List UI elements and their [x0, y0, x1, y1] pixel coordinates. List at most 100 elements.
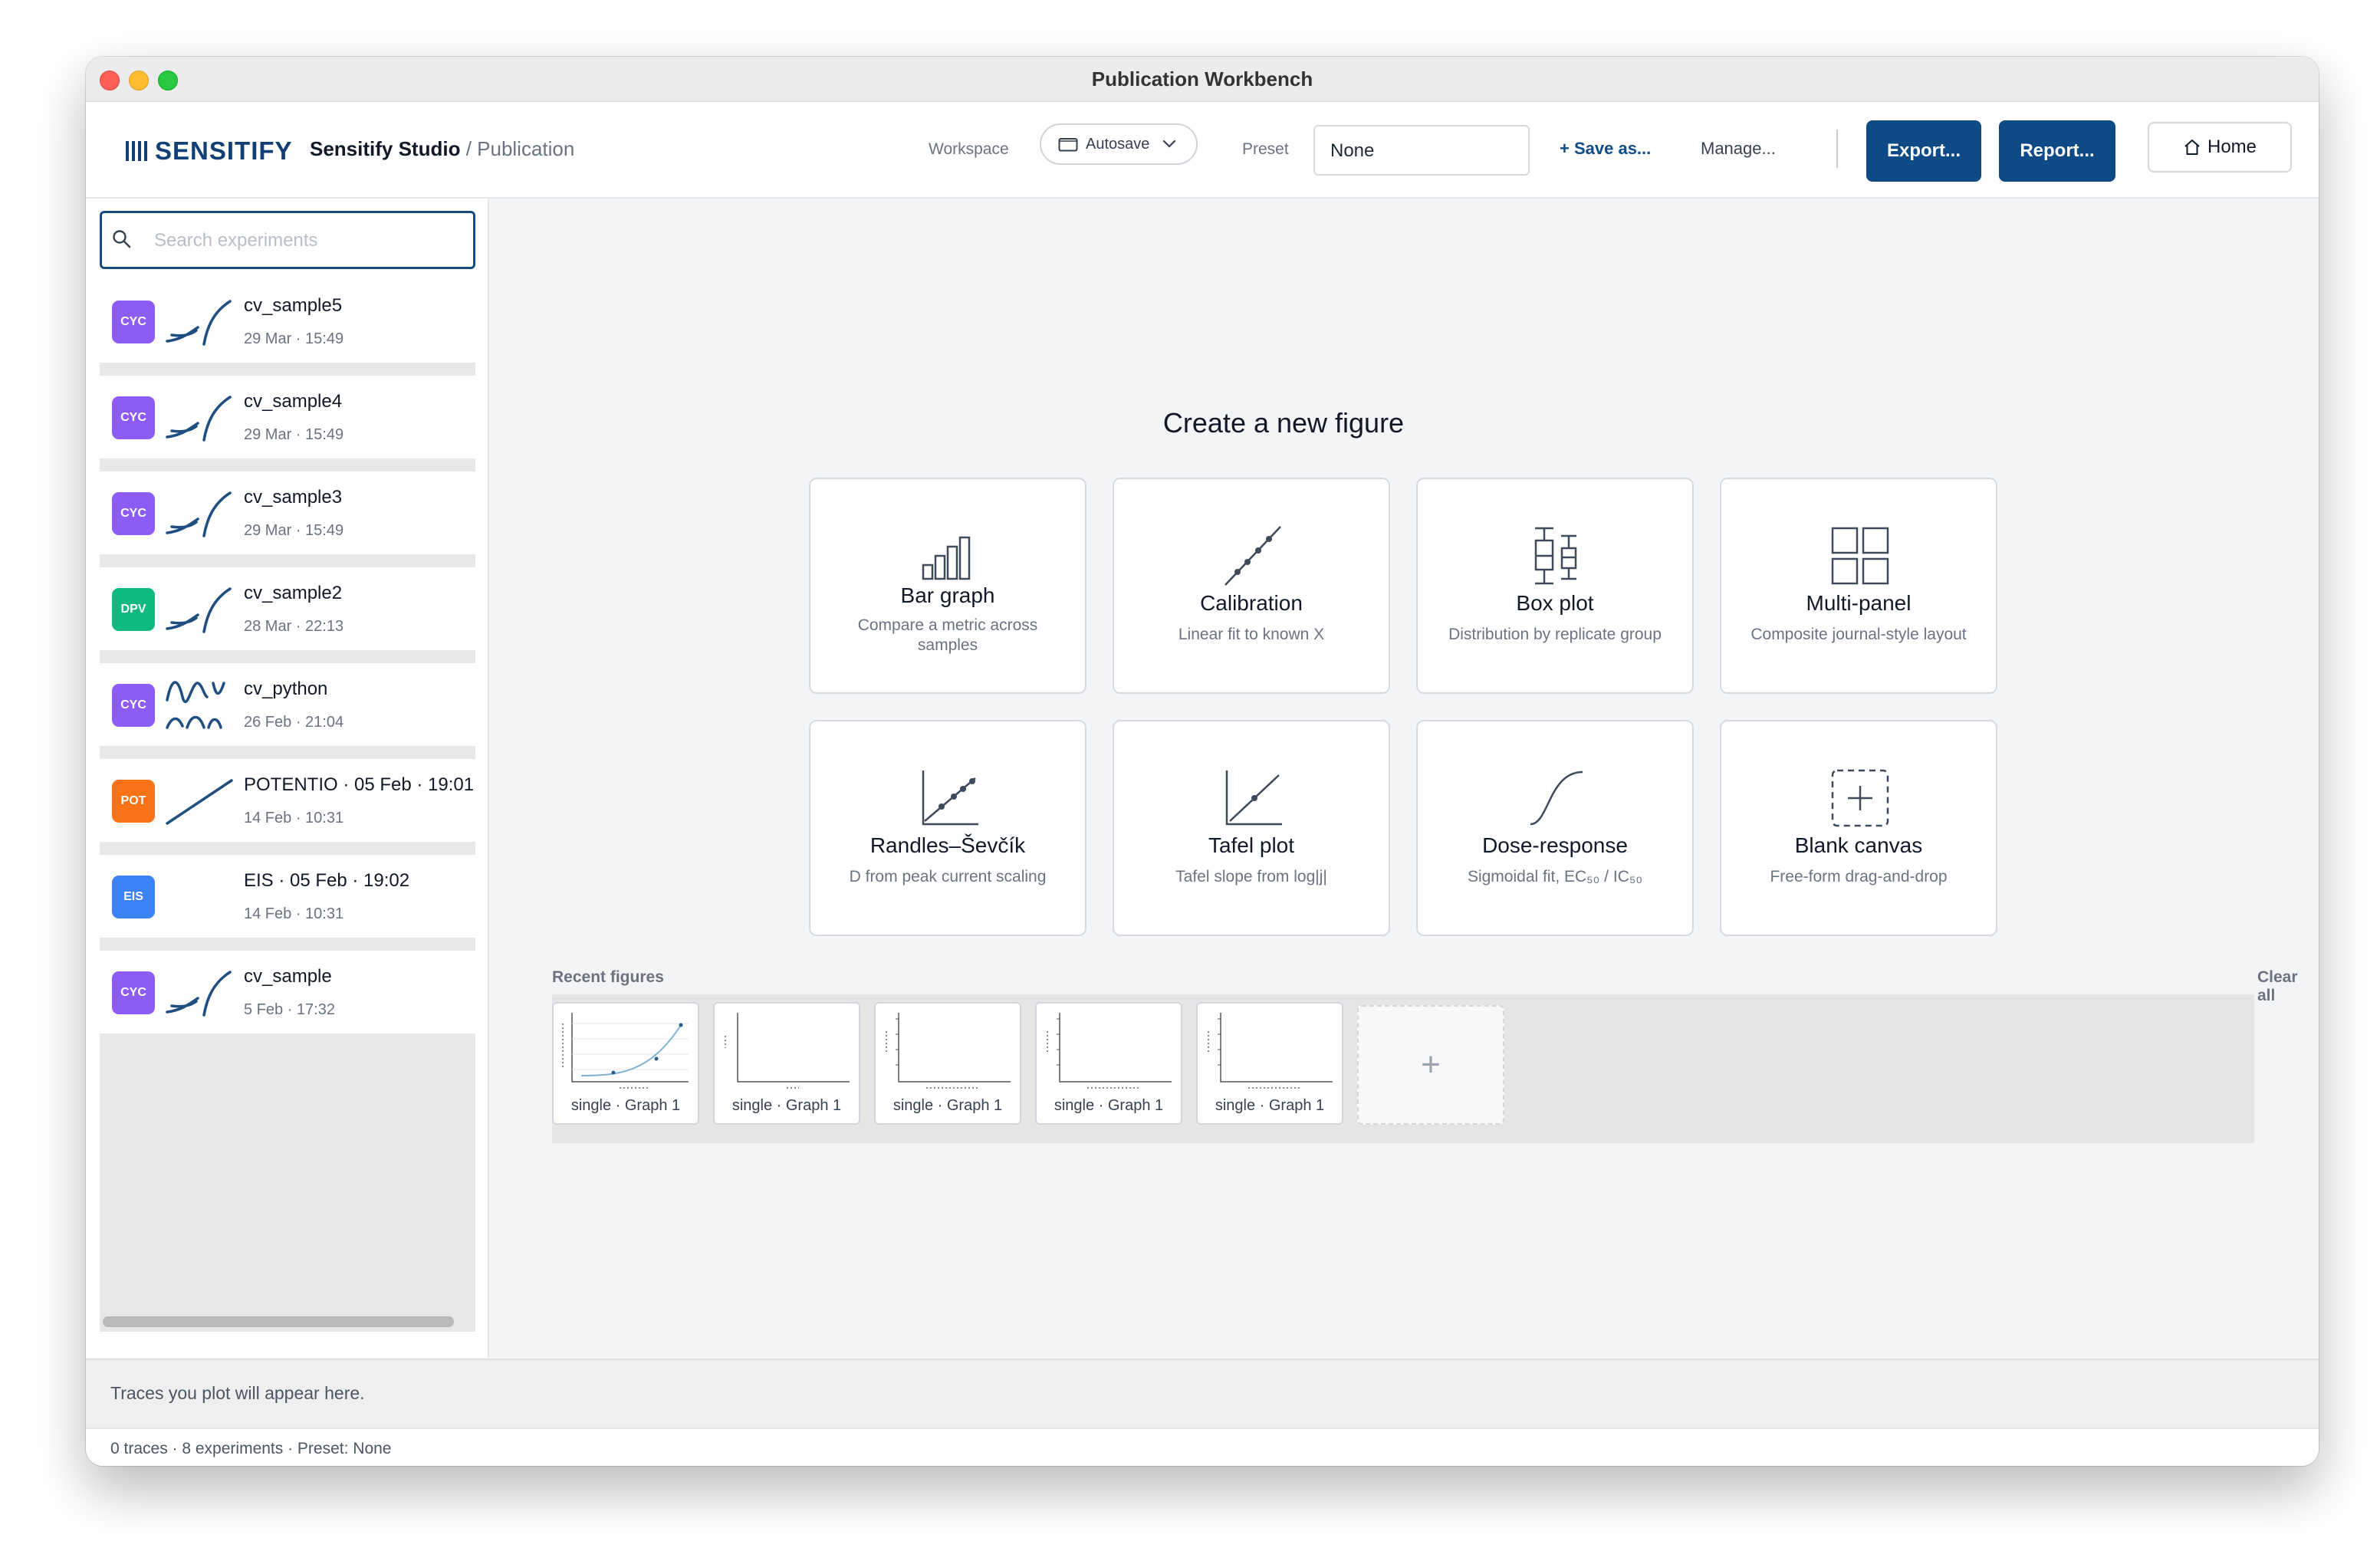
template-card-calibration[interactable]: Calibration Linear fit to known X [1113, 478, 1390, 694]
recent-figures-strip: single · Graph 1 single · Graph 1 single… [552, 994, 2254, 1143]
workspace-value: Autosave [1086, 135, 1150, 153]
template-subtitle: Free-form drag-and-drop [1770, 868, 1948, 886]
linear-trace-icon [166, 779, 233, 825]
recent-figure-thumb[interactable]: single · Graph 1 [874, 1002, 1021, 1125]
header-divider [1836, 130, 1838, 168]
clear-all-button[interactable]: Clear all [2257, 968, 2319, 1005]
experiment-name: cv_sample [244, 966, 332, 987]
recent-figure-thumb[interactable]: single · Graph 1 [1196, 1002, 1343, 1125]
experiment-date: 14 Feb · 10:31 [244, 810, 344, 826]
list-scrollbar[interactable] [103, 1316, 454, 1327]
cv-trace-icon [166, 491, 232, 537]
experiment-type-badge: CYC [112, 492, 155, 535]
save-as-button[interactable]: + Save as... [1560, 139, 1651, 159]
preset-label: Preset [1242, 140, 1289, 158]
template-card-blank-canvas[interactable]: Blank canvas Free-form drag-and-drop [1720, 720, 1997, 936]
experiment-list-item[interactable]: DPV cv_sample2 28 Mar · 22:13 [100, 567, 475, 650]
experiment-date: 5 Feb · 17:32 [244, 1001, 335, 1018]
experiment-list-item[interactable]: POT POTENTIO · 05 Feb · 19:01 14 Feb · 10:… [100, 759, 475, 842]
experiment-type-badge: CYC [112, 971, 155, 1014]
experiment-date: 29 Mar · 15:49 [244, 426, 344, 443]
create-figure-title: Create a new figure [1162, 407, 1405, 439]
experiment-type-badge: POT [112, 780, 155, 823]
experiment-name: cv_sample4 [244, 391, 343, 412]
experiment-name: cv_python [244, 678, 328, 699]
experiment-date: 26 Feb · 21:04 [244, 714, 344, 731]
recent-figure-label: single · Graph 1 [893, 1097, 1003, 1114]
figure-preview [1208, 1013, 1333, 1089]
template-title: Blank canvas [1794, 833, 1923, 857]
bar-graph-icon [922, 536, 971, 580]
status-bar: 0 traces · 8 experiments · Preset: None [86, 1428, 2319, 1466]
experiment-list-item[interactable]: CYC cv_sample5 29 Mar · 15:49 [100, 280, 475, 363]
logo-text: SENSITIFY [155, 136, 293, 165]
recent-figure-thumb[interactable]: single · Graph 1 [552, 1002, 699, 1125]
sensitify-logo[interactable]: SENSITIFY [126, 136, 293, 166]
multi-panel-icon [1831, 527, 1889, 585]
home-button[interactable]: Home [2148, 122, 2292, 172]
experiment-type-badge: CYC [112, 301, 155, 343]
template-card-randles-sevcik[interactable]: Randles–Ševčík D from peak current scali… [809, 720, 1086, 936]
template-subtitle: Linear fit to known X [1178, 626, 1325, 643]
breadcrumb-app[interactable]: Sensitify Studio [310, 137, 460, 160]
experiment-date: 29 Mar · 15:49 [244, 330, 344, 347]
main-panel: Create a new figure Bar graph Compare a … [489, 199, 2319, 1358]
report-button[interactable]: Report... [1999, 120, 2115, 182]
experiment-type-badge: CYC [112, 684, 155, 727]
template-title: Multi-panel [1806, 591, 1912, 615]
figure-preview [886, 1013, 1011, 1089]
status-text: 0 traces · 8 experiments · Preset: None [110, 1440, 392, 1457]
recent-figure-label: single · Graph 1 [731, 1097, 842, 1114]
template-card-box-plot[interactable]: Box plot Distribution by replicate group [1416, 478, 1694, 694]
cv-trace-icon [166, 587, 232, 633]
home-label: Home [2207, 136, 2257, 157]
home-icon [2184, 140, 2200, 155]
breadcrumb: Sensitify Studio / Publication [310, 137, 574, 161]
traces-hint: Traces you plot will appear here. [110, 1383, 365, 1403]
recent-figure-thumb[interactable]: single · Graph 1 [1035, 1002, 1182, 1125]
recent-figure-label: single · Graph 1 [1215, 1097, 1325, 1114]
recent-figure-label: single · Graph 1 [570, 1097, 681, 1114]
template-subtitle: Tafel slope from log|j| [1175, 868, 1327, 886]
box-plot-icon [1534, 527, 1577, 585]
template-title: Bar graph [900, 583, 995, 607]
add-figure-button[interactable]: + [1357, 1005, 1504, 1125]
title-bar: Publication Workbench [86, 57, 2319, 102]
template-card-tafel-plot[interactable]: Tafel plot Tafel slope from log|j| [1113, 720, 1390, 936]
experiments-sidebar: CYC cv_sample5 29 Mar · 15:49 CYC cv_sample4… [86, 199, 489, 1358]
manage-presets-button[interactable]: Manage... [1701, 139, 1776, 159]
search-box[interactable] [100, 211, 475, 269]
experiment-type-badge: EIS [112, 876, 155, 918]
experiment-list-item[interactable]: CYC cv_sample3 29 Mar · 15:49 [100, 472, 475, 554]
tafel-icon [1225, 770, 1282, 826]
template-card-bar-graph[interactable]: Bar graph Compare a metric across sample… [809, 478, 1086, 694]
experiment-list: CYC cv_sample5 29 Mar · 15:49 CYC cv_sample4… [100, 280, 475, 1332]
experiment-list-item[interactable]: EIS EIS · 05 Feb · 19:02 14 Feb · 10:31 [100, 855, 475, 938]
template-subtitle: Sigmoidal fit, EC₅₀ / IC₅₀ [1467, 868, 1643, 886]
cv-trace-icon [166, 396, 232, 442]
search-input[interactable] [153, 227, 462, 255]
template-subtitle: Compare a metric across samples [857, 616, 1038, 654]
preset-field[interactable]: None [1313, 125, 1530, 176]
template-subtitle: Distribution by replicate group [1448, 626, 1662, 643]
experiment-list-item[interactable]: CYC cv_sample4 29 Mar · 15:49 [100, 376, 475, 458]
workspace-select[interactable]: Autosave [1040, 123, 1198, 165]
experiment-date: 14 Feb · 10:31 [244, 905, 344, 922]
template-card-dose-response[interactable]: Dose-response Sigmoidal fit, EC₅₀ / IC₅₀ [1416, 720, 1694, 936]
cv-trace-icon [166, 300, 232, 346]
cv-trace-icon [166, 971, 232, 1017]
template-title: Dose-response [1482, 833, 1628, 857]
recent-figure-thumb[interactable]: single · Graph 1 [713, 1002, 860, 1125]
figure-preview [1047, 1013, 1172, 1089]
template-card-multi-panel[interactable]: Multi-panel Composite journal-style layo… [1720, 478, 1997, 694]
folder-icon [1058, 138, 1078, 152]
experiment-date: 29 Mar · 15:49 [244, 522, 344, 539]
experiment-list-item[interactable]: CYC cv_python 26 Feb · 21:04 [100, 663, 475, 746]
export-button[interactable]: Export... [1866, 120, 1981, 182]
template-title: Calibration [1200, 591, 1303, 615]
workspace-label: Workspace [929, 140, 1009, 158]
experiment-name: POTENTIO · 05 Feb · 19:01 [244, 774, 475, 795]
figure-preview [725, 1013, 850, 1089]
app-header: SENSITIFY Sensitify Studio / Publication… [86, 102, 2319, 199]
experiment-list-item[interactable]: CYC cv_sample 5 Feb · 17:32 [100, 951, 475, 1033]
